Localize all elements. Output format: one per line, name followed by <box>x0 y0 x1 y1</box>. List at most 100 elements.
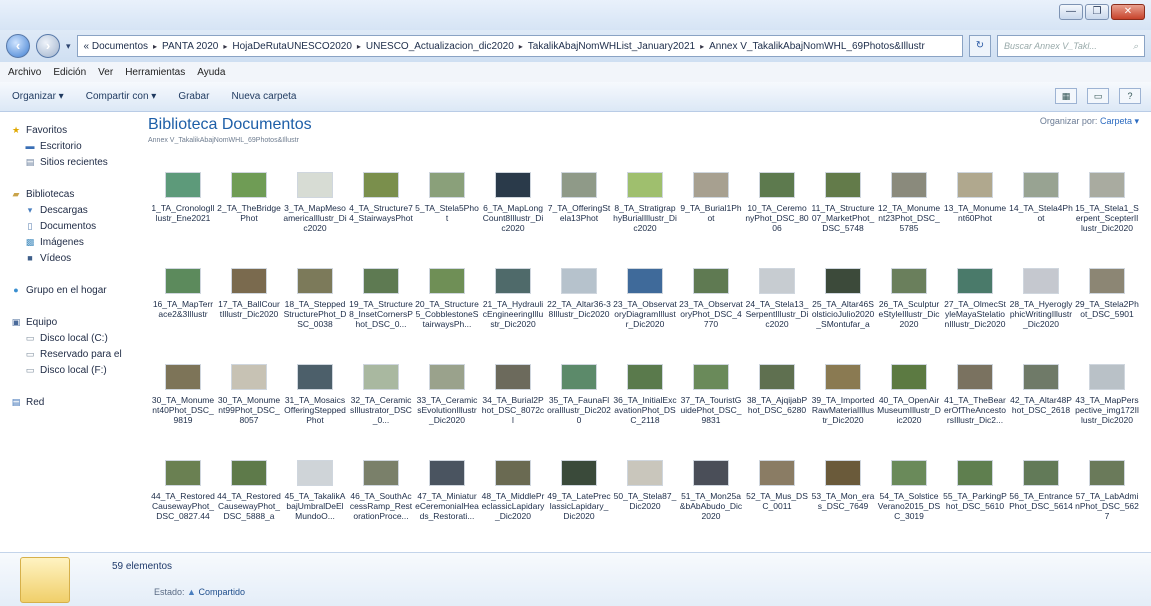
nav-drive-f[interactable]: ▭ Disco local (F:) <box>0 362 140 378</box>
file-item[interactable]: 30_TA_Monument40Phot_DSC_9819 <box>150 356 216 452</box>
nav-recent[interactable]: ▤ Sitios recientes <box>0 154 140 170</box>
nav-computer[interactable]: ▣ Equipo <box>0 314 140 330</box>
nav-favorites[interactable]: ★ Favoritos <box>0 122 140 138</box>
nav-homegroup[interactable]: ● Grupo en el hogar <box>0 282 140 298</box>
file-item[interactable]: 51_TA_Mon25a&bAbAbudo_Dic2020 <box>678 452 744 548</box>
file-item[interactable]: 7_TA_OfferingStela13Phot <box>546 164 612 260</box>
search-input[interactable]: Buscar Annex V_Takl... ⌕ <box>997 35 1145 57</box>
file-item[interactable]: 13_TA_Monument60Phot <box>942 164 1008 260</box>
refresh-button[interactable]: ↻ <box>969 35 991 57</box>
file-item[interactable]: 38_TA_AjqijabPhot_DSC_6280 <box>744 356 810 452</box>
file-item[interactable]: 36_TA_InitialExcavationPhot_DSC_2118 <box>612 356 678 452</box>
breadcrumb-separator-icon[interactable]: ▸ <box>519 42 523 51</box>
file-item[interactable]: 5_TA_Stela5Phot <box>414 164 480 260</box>
nav-pictures[interactable]: ▩ Imágenes <box>0 234 140 250</box>
nav-documents[interactable]: ▯ Documentos <box>0 218 140 234</box>
new-folder-button[interactable]: Nueva carpeta <box>231 91 296 102</box>
file-item[interactable]: 53_TA_Mon_eras_DSC_7649 <box>810 452 876 548</box>
preview-pane-icon[interactable]: ▭ <box>1087 88 1109 104</box>
breadcrumb-item[interactable]: Annex V_TakalikAbajNomWHL_69Photos&Illus… <box>709 41 925 52</box>
share-button[interactable]: Compartir con ▾ <box>86 91 157 102</box>
address-bar[interactable]: « Documentos ▸ PANTA 2020 ▸ HojaDeRutaUNESCO… <box>76 35 963 57</box>
view-options-icon[interactable]: ▦ <box>1055 88 1077 104</box>
file-item[interactable]: 2_TA_TheBridgePhot <box>216 164 282 260</box>
nav-downloads[interactable]: ▾ Descargas <box>0 202 140 218</box>
back-button[interactable]: ‹ <box>6 34 30 58</box>
file-item[interactable]: 21_TA_HydraulicEngineeringIllustr_Dic202… <box>480 260 546 356</box>
nav-libraries[interactable]: ▰ Bibliotecas <box>0 186 140 202</box>
nav-videos[interactable]: ■ Vídeos <box>0 250 140 266</box>
file-item[interactable]: 14_TA_Stela4Phot <box>1008 164 1074 260</box>
file-item[interactable]: 24_TA_Stela13_SerpentIllustr_Dic2020 <box>744 260 810 356</box>
menu-item[interactable]: Herramientas <box>125 67 185 78</box>
file-item[interactable]: 54_TA_SolsticeVerano2015_DSC_3019 <box>876 452 942 548</box>
maximize-button[interactable]: ❐ <box>1085 4 1109 20</box>
minimize-button[interactable]: — <box>1059 4 1083 20</box>
menu-item[interactable]: Edición <box>53 67 86 78</box>
file-item[interactable]: 41_TA_TheBearerOfTheAncestorsIllustr_Dic… <box>942 356 1008 452</box>
file-item[interactable]: 50_TA_Stela87_Dic2020 <box>612 452 678 548</box>
forward-button[interactable]: › <box>36 34 60 58</box>
file-item[interactable]: 17_TA_BallCourtIllustr_Dic2020 <box>216 260 282 356</box>
file-item[interactable]: 30_TA_Monument99Phot_DSC_8057 <box>216 356 282 452</box>
file-item[interactable]: 47_TA_MiniatureCeremonialHeads_Restorati… <box>414 452 480 548</box>
file-item[interactable]: 46_TA_SouthAccessRamp_RestorationProce..… <box>348 452 414 548</box>
nav-reserved[interactable]: ▭ Reservado para el <box>0 346 140 362</box>
history-dropdown-icon[interactable]: ▾ <box>66 41 71 52</box>
file-item[interactable]: 16_TA_MapTerrace2&3Illustr <box>150 260 216 356</box>
file-item[interactable]: 39_TA_ImportedRawMaterialIllustr_Dic2020 <box>810 356 876 452</box>
file-item[interactable]: 11_TA_Structure07_MarketPhot_DSC_5748 <box>810 164 876 260</box>
breadcrumb-separator-icon[interactable]: ▸ <box>700 42 704 51</box>
menu-item[interactable]: Ayuda <box>197 67 225 78</box>
breadcrumb-item[interactable]: « Documentos <box>84 41 148 52</box>
menu-item[interactable]: Ver <box>98 67 113 78</box>
file-item[interactable]: 55_TA_ParkingPhot_DSC_5610 <box>942 452 1008 548</box>
file-item[interactable]: 37_TA_TouristGuidePhot_DSC_9831 <box>678 356 744 452</box>
file-item[interactable]: 6_TA_MapLongCount8Illustr_Dic2020 <box>480 164 546 260</box>
file-item[interactable]: 25_TA_Altar46SolsticioJulio2020_SMontufa… <box>810 260 876 356</box>
file-item[interactable]: 44_TA_RestoredCausewayPhot_DSC_0827.44 <box>150 452 216 548</box>
file-item[interactable]: 8_TA_StratigraphyBurialIllustr_Dic2020 <box>612 164 678 260</box>
file-item[interactable]: 33_TA_CeramicsEvolutionIllustr_Dic2020 <box>414 356 480 452</box>
file-item[interactable]: 31_TA_MosaicsOfferingSteppedPhot <box>282 356 348 452</box>
file-item[interactable]: 27_TA_OlmecStyleMayaStelationIllustr_Dic… <box>942 260 1008 356</box>
file-item[interactable]: 56_TA_EntrancePhot_DSC_5614 <box>1008 452 1074 548</box>
organize-button[interactable]: Organizar ▾ <box>12 91 64 102</box>
file-item[interactable]: 42_TA_Altar48Phot_DSC_2618 <box>1008 356 1074 452</box>
file-item[interactable]: 57_TA_LabAdminPhot_DSC_5627 <box>1074 452 1140 548</box>
file-item[interactable]: 28_TA_HyeroglyphicWritingIllustr_Dic2020 <box>1008 260 1074 356</box>
breadcrumb-separator-icon[interactable]: ▸ <box>357 42 361 51</box>
file-item[interactable]: 26_TA_SculptureStyleIllustr_Dic2020 <box>876 260 942 356</box>
file-item[interactable]: 3_TA_MapMesoamericaIllustr_Dic2020 <box>282 164 348 260</box>
file-item[interactable]: 20_TA_Structure5_CobblestoneStairwaysPh.… <box>414 260 480 356</box>
burn-button[interactable]: Grabar <box>178 91 209 102</box>
breadcrumb-separator-icon[interactable]: ▸ <box>153 42 157 51</box>
file-item[interactable]: 12_TA_Monument23Phot_DSC_5785 <box>876 164 942 260</box>
breadcrumb-item[interactable]: PANTA 2020 <box>162 41 218 52</box>
file-item[interactable]: 4_TA_Structure74_StairwaysPhot <box>348 164 414 260</box>
breadcrumb-item[interactable]: UNESCO_Actualizacion_dic2020 <box>366 41 514 52</box>
menu-item[interactable]: Archivo <box>8 67 41 78</box>
file-item[interactable]: 1_TA_CronologIllustr_Ene2021 <box>150 164 216 260</box>
file-item[interactable]: 22_TA_Altar36-38Illustr_Dic2020 <box>546 260 612 356</box>
file-item[interactable]: 15_TA_Stela1_Serpent_ScepterIllustr_Dic2… <box>1074 164 1140 260</box>
file-item[interactable]: 19_TA_Structure8_InsetCornersPhot_DSC_0.… <box>348 260 414 356</box>
file-item[interactable]: 34_TA_Burial2Phot_DSC_8072cl <box>480 356 546 452</box>
arrange-by-dropdown[interactable]: Carpeta ▾ <box>1100 116 1139 126</box>
close-button[interactable]: ✕ <box>1111 4 1145 20</box>
file-item[interactable]: 23_TA_ObservatoryPhot_DSC_4770 <box>678 260 744 356</box>
file-item[interactable]: 9_TA_Burial1Phot <box>678 164 744 260</box>
file-item[interactable]: 32_TA_CeramicsIllustrator_DSC_0... <box>348 356 414 452</box>
file-item[interactable]: 23_TA_ObservatoryDiagramIllustr_Dic2020 <box>612 260 678 356</box>
file-item[interactable]: 48_TA_MiddlePreclassicLapidary_Dic2020 <box>480 452 546 548</box>
file-item[interactable]: 29_TA_Stela2Phot_DSC_5901 <box>1074 260 1140 356</box>
file-item[interactable]: 35_TA_FaunaFloraIllustr_Dic2020 <box>546 356 612 452</box>
nav-desktop[interactable]: ▬ Escritorio <box>0 138 140 154</box>
file-item[interactable]: 45_TA_TakalikAbajUmbralDeElMundoO... <box>282 452 348 548</box>
breadcrumb-separator-icon[interactable]: ▸ <box>223 42 227 51</box>
nav-network[interactable]: ▤ Red <box>0 394 140 410</box>
file-item[interactable]: 52_TA_Mus_DSC_0011 <box>744 452 810 548</box>
nav-drive-c[interactable]: ▭ Disco local (C:) <box>0 330 140 346</box>
file-item[interactable]: 49_TA_LatePreclassicLapidary_Dic2020 <box>546 452 612 548</box>
breadcrumb-item[interactable]: TakalikAbajNomWHList_January2021 <box>528 41 695 52</box>
